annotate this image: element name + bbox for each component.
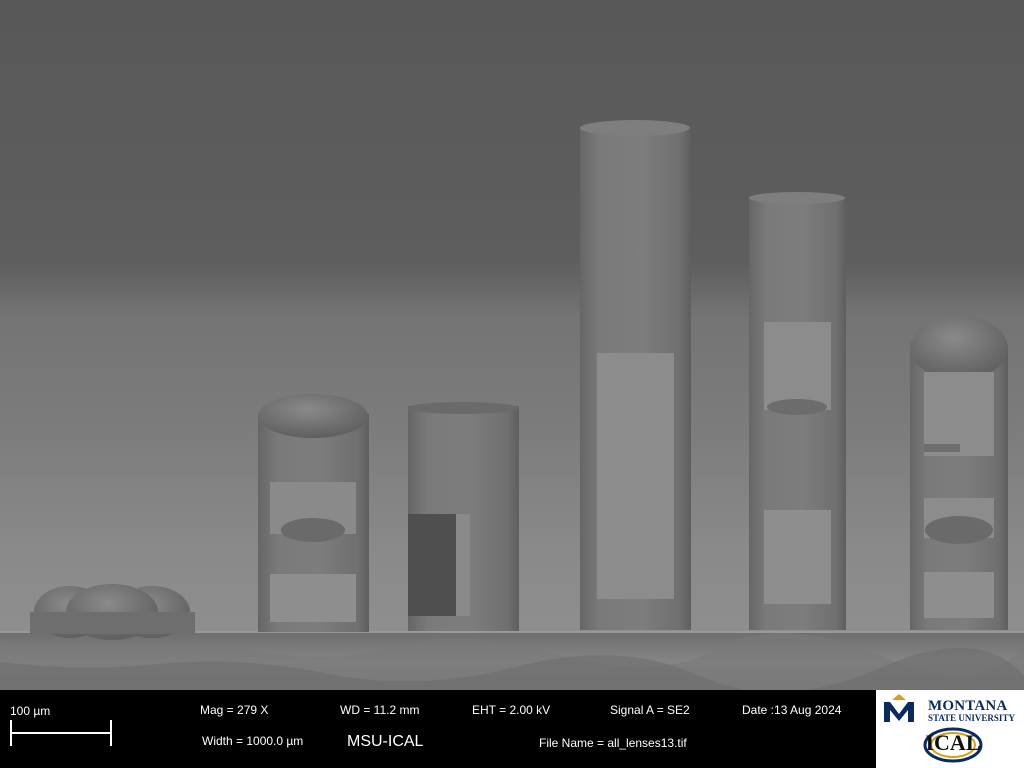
scale-label: 100 µm	[10, 704, 51, 718]
sem-info-bar	[0, 690, 1024, 768]
field-width: Width = 1000.0 µm	[202, 734, 304, 748]
logo-university: MONTANA	[928, 698, 1008, 714]
msu-ical-logo: MONTANA STATE UNIVERSITY ICAL	[876, 690, 1024, 768]
lens-pillar-4	[749, 192, 846, 630]
microlens-cluster	[30, 584, 195, 640]
instrument-name: MSU-ICAL	[347, 733, 424, 750]
signal: Signal A = SE2	[610, 703, 690, 717]
lens-pillar-5	[910, 316, 1008, 630]
micrograph-scene	[0, 0, 1024, 690]
lens-pillar-2	[408, 402, 519, 631]
montana-m-icon	[884, 694, 914, 722]
accelerating-voltage: EHT = 2.00 kV	[472, 703, 551, 717]
scale-bar	[10, 720, 112, 746]
logo-university-sub: STATE UNIVERSITY	[928, 713, 1015, 723]
file-name: File Name = all_lenses13.tif	[539, 736, 687, 750]
lens-pillar-3	[580, 120, 691, 630]
sem-micrograph	[0, 0, 1024, 690]
working-distance: WD = 11.2 mm	[340, 703, 420, 717]
logo-lab: ICAL	[925, 730, 981, 755]
lens-pillar-1	[258, 394, 369, 632]
acquisition-date: Date :13 Aug 2024	[742, 703, 842, 717]
magnification: Mag = 279 X	[200, 703, 269, 717]
